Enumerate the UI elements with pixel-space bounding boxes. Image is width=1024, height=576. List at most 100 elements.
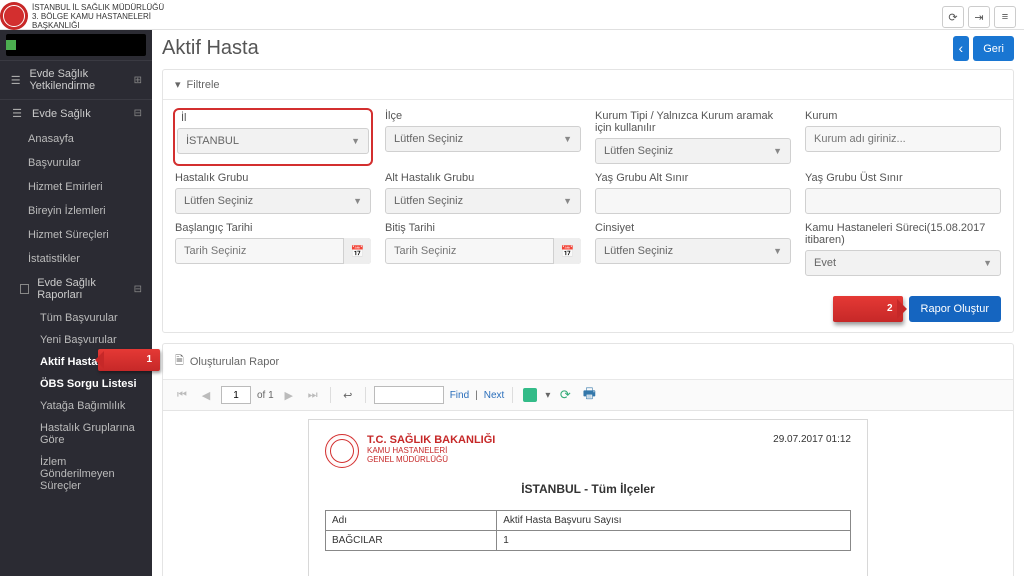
print-button[interactable]: 🖶 xyxy=(580,386,598,404)
sidebar-item-hizmet-surec[interactable]: Hizmet Süreçleri xyxy=(0,223,152,247)
label-hastalik: Hastalık Grubu xyxy=(175,172,371,184)
field-il-highlight: İl İSTANBUL ▼ xyxy=(173,108,373,166)
select-il-value: İSTANBUL xyxy=(186,135,239,147)
select-cinsiyet[interactable]: Lütfen Seçiniz▼ xyxy=(595,238,791,264)
next-page-button[interactable]: ▶ xyxy=(280,386,298,404)
find-next-button[interactable]: Next xyxy=(484,390,505,401)
separator xyxy=(365,387,366,403)
chevron-down-icon: ▼ xyxy=(563,196,572,206)
separator xyxy=(512,387,513,403)
create-report-button[interactable]: Rapor Oluştur xyxy=(909,296,1001,322)
select-kamu[interactable]: Evet▼ xyxy=(805,250,1001,276)
collapse-icon: ⊟ xyxy=(134,284,142,295)
sidebar-item-istatistik[interactable]: İstatistikler xyxy=(0,247,152,271)
sidebar-item-anasayfa[interactable]: Anasayfa xyxy=(0,127,152,151)
select-alt-hastalik[interactable]: Lütfen Seçiniz ▼ xyxy=(385,188,581,214)
sidebar-item-hizmet-emirleri[interactable]: Hizmet Emirleri xyxy=(0,175,152,199)
select-kurum-tipi[interactable]: Lütfen Seçiniz ▼ xyxy=(595,138,791,164)
chevron-down-icon: ▼ xyxy=(353,196,362,206)
sidebar-sec-auth[interactable]: ☰ Evde Sağlık Yetkilendirme ⊞ xyxy=(0,60,152,99)
logout-button[interactable]: ⇥ xyxy=(968,6,990,28)
select-kurum-tipi-value: Lütfen Seçiniz xyxy=(604,145,673,157)
first-page-button[interactable]: ⏮ xyxy=(173,386,191,404)
report-table: Adı Aktif Hasta Başvuru Sayısı BAĞCILAR … xyxy=(325,510,851,551)
collapse-icon: ⊟ xyxy=(134,108,142,119)
calendar-icon[interactable]: 📅 xyxy=(343,238,371,264)
select-hastalik[interactable]: Lütfen Seçiniz▼ xyxy=(175,188,371,214)
menu-button[interactable]: ≡ xyxy=(994,6,1016,28)
chevron-left-icon xyxy=(959,41,964,56)
label-yas-alt: Yaş Grubu Alt Sınır xyxy=(595,172,791,184)
label-il: İl xyxy=(181,112,369,124)
report-col-count: Aktif Hasta Başvuru Sayısı xyxy=(497,511,851,531)
ministry-emblem-icon xyxy=(325,434,359,468)
expand-icon: ⊞ xyxy=(134,75,142,86)
report-toolbar: ⏮ ◀ of 1 ▶ ⏭ ↩ Find | Next ▾ ⟳ 🖶 xyxy=(163,380,1013,411)
report-panel-title: Oluşturulan Rapor xyxy=(190,356,279,368)
parent-report-button[interactable]: ↩ xyxy=(339,386,357,404)
report-page: T.C. SAĞLIK BAKANLIĞI KAMU HASTANELERİ G… xyxy=(308,419,868,576)
last-page-button[interactable]: ⏭ xyxy=(304,386,322,404)
sidebar-report-yeni[interactable]: Yeni Başvurular xyxy=(0,329,152,351)
sidebar-report-yataga[interactable]: Yatağa Bağımlılık xyxy=(0,395,152,417)
callout-2: 2 xyxy=(833,296,903,322)
chevron-down-icon: ▼ xyxy=(773,146,782,156)
export-button[interactable] xyxy=(521,386,539,404)
label-bitis: Bitiş Tarihi xyxy=(385,222,581,234)
select-cinsiyet-value: Lütfen Seçiniz xyxy=(604,245,673,257)
input-kurum[interactable] xyxy=(805,126,1001,152)
label-kurum: Kurum xyxy=(805,110,1001,122)
input-baslangic[interactable] xyxy=(175,238,371,264)
select-il[interactable]: İSTANBUL ▼ xyxy=(177,128,369,154)
sidebar-report-hastalik-grup[interactable]: Hastalık Gruplarına Göre xyxy=(0,417,152,451)
prev-page-button[interactable]: ◀ xyxy=(197,386,215,404)
document-icon: 🗎 xyxy=(175,352,184,371)
presence-icon xyxy=(6,40,16,50)
report-date: 29.07.2017 01:12 xyxy=(773,434,851,445)
refresh-report-button[interactable]: ⟳ xyxy=(556,386,574,404)
input-bitis[interactable] xyxy=(385,238,581,264)
callout-1: 1 xyxy=(98,349,160,371)
refresh-button[interactable]: ⟳ xyxy=(942,6,964,28)
cell-name: BAĞCILAR xyxy=(326,531,497,551)
chevron-down-icon: ▼ xyxy=(563,134,572,144)
clipboard-icon: ☰ xyxy=(10,74,21,87)
filter-panel-head[interactable]: ▾ Filtrele xyxy=(163,70,1013,100)
sidebar-item-basvurular[interactable]: Başvurular xyxy=(0,151,152,175)
sidebar-report-tum[interactable]: Tüm Başvurular xyxy=(0,307,152,329)
page-header: Aktif Hasta Geri xyxy=(162,36,1014,61)
chevron-down-icon: ▼ xyxy=(351,136,360,146)
select-kamu-value: Evet xyxy=(814,257,836,269)
report-title: İSTANBUL - Tüm İlçeler xyxy=(325,482,851,496)
report-logo-text: T.C. SAĞLIK BAKANLIĞI KAMU HASTANELERİ G… xyxy=(367,434,495,468)
select-ilce[interactable]: Lütfen Seçiniz ▼ xyxy=(385,126,581,152)
back-caret-button[interactable] xyxy=(953,36,970,61)
calendar-icon[interactable]: 📅 xyxy=(553,238,581,264)
page-number-input[interactable] xyxy=(221,386,251,404)
user-badge[interactable] xyxy=(6,34,146,56)
report-header: T.C. SAĞLIK BAKANLIĞI KAMU HASTANELERİ G… xyxy=(325,434,851,468)
label-kamu: Kamu Hastaneleri Süreci(15.08.2017 itiba… xyxy=(805,222,1001,246)
main-content: Aktif Hasta Geri ▾ Filtrele İl İSTANBUL ▼ xyxy=(152,30,1024,576)
separator xyxy=(330,387,331,403)
back-button[interactable]: Geri xyxy=(973,36,1014,61)
select-alt-hastalik-value: Lütfen Seçiniz xyxy=(394,195,463,207)
sidebar-report-izlem[interactable]: İzlem Gönderilmeyen Süreçler xyxy=(0,451,152,497)
sidebar-sec-reports[interactable]: Evde Sağlık Raporları ⊟ xyxy=(0,271,152,307)
sidebar-report-obs[interactable]: ÖBS Sorgu Listesi xyxy=(0,373,152,395)
report-header-l3: GENEL MÜDÜRLÜĞÜ xyxy=(367,455,495,464)
cell-count: 1 xyxy=(497,531,851,551)
callout-1-text: 1 xyxy=(146,354,152,365)
sidebar-item-birey-izlem[interactable]: Bireyin İzlemleri xyxy=(0,199,152,223)
filter-heading: Filtrele xyxy=(187,79,220,91)
sidebar-report-aktif[interactable]: Aktif Hasta 1 xyxy=(0,351,152,373)
label-cinsiyet: Cinsiyet xyxy=(595,222,791,234)
sidebar-sec-main[interactable]: ☰ Evde Sağlık ⊟ xyxy=(0,99,152,127)
find-button[interactable]: Find xyxy=(450,390,469,401)
find-input[interactable] xyxy=(374,386,444,404)
sidebar: ☰ Evde Sağlık Yetkilendirme ⊞ ☰ Evde Sağ… xyxy=(0,30,152,576)
input-yas-ust[interactable] xyxy=(805,188,1001,214)
report-panel-head: 🗎 Oluşturulan Rapor xyxy=(163,344,1013,380)
select-ilce-value: Lütfen Seçiniz xyxy=(394,133,463,145)
input-yas-alt[interactable] xyxy=(595,188,791,214)
